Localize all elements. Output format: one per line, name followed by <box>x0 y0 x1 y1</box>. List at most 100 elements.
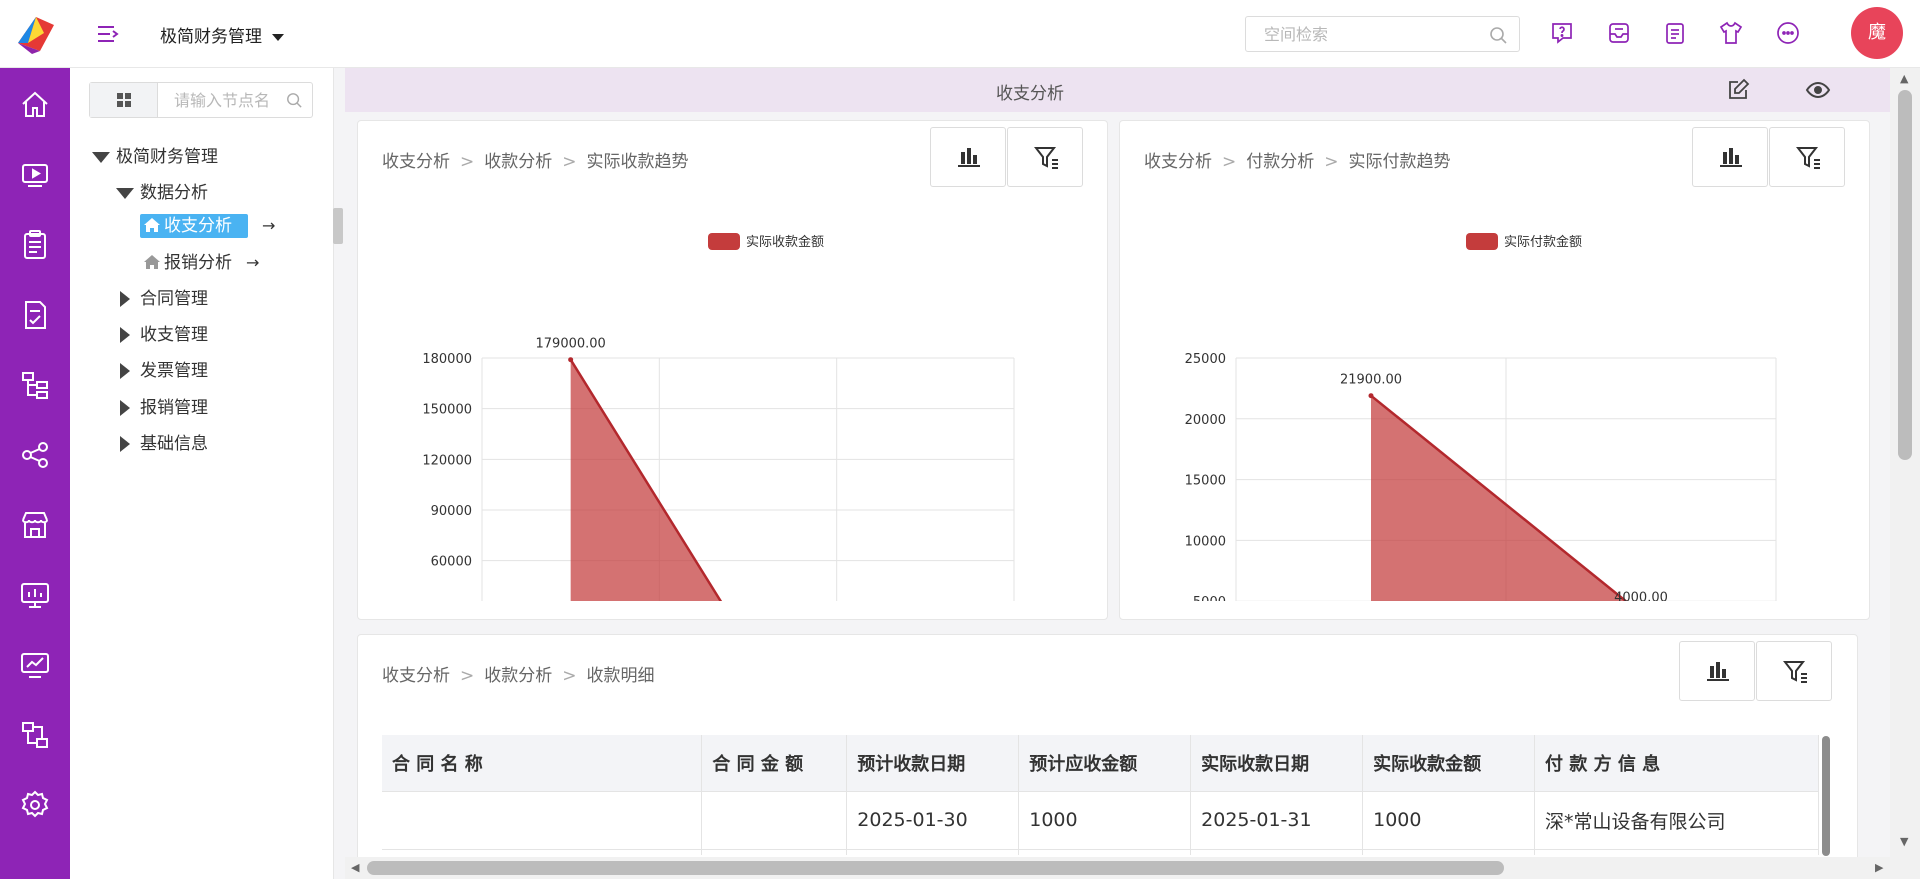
table-cell <box>846 849 1020 855</box>
breadcrumb-item[interactable]: 收支分析 <box>382 666 450 686</box>
vertical-scrollbar[interactable]: ▲ ▼ <box>1890 68 1920 879</box>
tree-node-label: 基础信息 <box>140 434 208 454</box>
breadcrumb-item[interactable]: 收支分析 <box>1144 152 1212 172</box>
media-icon[interactable] <box>18 158 52 192</box>
help-icon[interactable] <box>1549 20 1575 46</box>
data-label: 21900.00 <box>1340 373 1402 388</box>
eye-icon[interactable] <box>1805 77 1831 103</box>
tree-node-reimburse[interactable]: 报销管理 <box>120 393 208 418</box>
column-header[interactable]: 预计收款日期 <box>846 735 1020 792</box>
tree-node-reimburse-analysis[interactable]: 报销分析 → <box>140 248 259 273</box>
tree-node-income-expense[interactable]: 收支管理 <box>120 320 208 345</box>
tree-node-root[interactable]: 极简财务管理 <box>92 142 218 167</box>
tree-node-income-expense-analysis[interactable]: 收支分析 → <box>140 211 275 238</box>
tree-node-data-analysis[interactable]: 数据分析 <box>116 178 208 203</box>
chart-type-button[interactable] <box>1679 641 1755 701</box>
tree-search <box>89 82 313 118</box>
tree-node-label: 极简财务管理 <box>116 147 218 167</box>
menu-toggle-icon[interactable] <box>96 22 120 46</box>
grid-view-button[interactable] <box>90 83 158 117</box>
caret-right-icon[interactable] <box>120 363 130 379</box>
y-tick-label: 5000 <box>1193 595 1226 601</box>
filter-button[interactable] <box>1769 127 1845 187</box>
tree-node-contract[interactable]: 合同管理 <box>120 284 208 309</box>
chart-type-button[interactable] <box>1692 127 1768 187</box>
store-icon[interactable] <box>18 508 52 542</box>
filter-button[interactable] <box>1007 127 1083 187</box>
arrow-right-icon[interactable]: → <box>246 253 259 272</box>
scroll-down-icon[interactable]: ▼ <box>1900 835 1908 848</box>
chevron-down-icon <box>272 33 284 41</box>
table-cell: 深*常山设备有限公司 <box>1534 791 1819 850</box>
breadcrumb-item: 实际付款趋势 <box>1348 152 1451 172</box>
edit-icon[interactable] <box>1725 77 1751 103</box>
y-tick-label: 20000 <box>1185 413 1226 428</box>
caret-right-icon[interactable] <box>120 436 130 452</box>
breadcrumb-item[interactable]: 收支分析 <box>382 152 450 172</box>
caret-right-icon[interactable] <box>120 400 130 416</box>
avatar[interactable]: 魔 <box>1851 7 1903 59</box>
chart-type-button[interactable] <box>930 127 1006 187</box>
table-row[interactable] <box>382 849 1819 855</box>
panel-splitter[interactable] <box>333 208 343 244</box>
search-icon[interactable] <box>1489 26 1507 44</box>
tree-search-input[interactable] <box>174 89 284 111</box>
scroll-left-icon[interactable]: ◀ <box>351 861 359 874</box>
column-header[interactable]: 实际收款金额 <box>1362 735 1536 792</box>
caret-right-icon[interactable] <box>120 327 130 343</box>
y-tick-label: 15000 <box>1185 474 1226 489</box>
monitor-icon[interactable] <box>18 578 52 612</box>
tree-node-invoice[interactable]: 发票管理 <box>120 356 208 381</box>
series-area <box>570 359 721 601</box>
breadcrumb: 收支分析 > 付款分析 > 实际付款趋势 <box>1144 152 1451 172</box>
space-search-input[interactable] <box>1264 17 1484 51</box>
column-header[interactable]: 付 款 方 信 息 <box>1534 735 1819 792</box>
data-point <box>568 357 574 363</box>
breadcrumb-item[interactable]: 收款分析 <box>484 152 552 172</box>
home-icon[interactable] <box>18 88 52 122</box>
column-header[interactable]: 预计应收金额 <box>1018 735 1192 792</box>
horizontal-scroll-thumb[interactable] <box>367 861 1504 875</box>
notes-icon[interactable] <box>1662 20 1688 46</box>
table-vertical-scrollbar[interactable] <box>1822 736 1830 856</box>
app-logo[interactable] <box>14 13 58 55</box>
tree-node-label: 报销分析 <box>164 253 232 273</box>
column-header[interactable]: 合 同 名 称 <box>382 735 703 792</box>
clipboard-icon[interactable] <box>18 228 52 262</box>
receipt-detail-table: 合 同 名 称 合 同 金 额 预计收款日期 预计应收金额 实际收款日期 实际收… <box>382 735 1819 855</box>
table-cell <box>1362 849 1536 855</box>
app-switcher[interactable]: 极简财务管理 <box>160 22 284 47</box>
column-header[interactable]: 实际收款日期 <box>1190 735 1364 792</box>
tree-node-basic-info[interactable]: 基础信息 <box>120 429 208 454</box>
table-cell <box>1018 849 1192 855</box>
column-header[interactable]: 合 同 金 额 <box>701 735 848 792</box>
share-icon[interactable] <box>18 438 52 472</box>
caret-down-icon[interactable] <box>116 187 134 199</box>
caret-down-icon[interactable] <box>92 151 110 163</box>
arrow-right-icon[interactable]: → <box>262 216 275 235</box>
tree-node-label: 收支分析 <box>164 216 232 236</box>
chat-icon[interactable] <box>1775 20 1801 46</box>
page-header: 收支分析 <box>345 68 1890 112</box>
page-title: 收支分析 <box>996 84 1064 104</box>
legend-swatch <box>708 233 740 250</box>
analytics-icon[interactable] <box>18 648 52 682</box>
breadcrumb-item[interactable]: 付款分析 <box>1246 152 1314 172</box>
table-row[interactable]: 2025-01-30 1000 2025-01-31 1000 深*常山设备有限… <box>382 791 1819 850</box>
flow-icon[interactable] <box>18 718 52 752</box>
scroll-up-icon[interactable]: ▲ <box>1900 72 1908 85</box>
breadcrumb-item[interactable]: 收款分析 <box>484 666 552 686</box>
theme-shirt-icon[interactable] <box>1718 20 1744 46</box>
inbox-icon[interactable] <box>1606 20 1632 46</box>
document-icon[interactable] <box>18 298 52 332</box>
settings-icon[interactable] <box>18 788 52 822</box>
horizontal-scrollbar[interactable]: ◀ ▶ <box>345 857 1890 879</box>
search-icon[interactable] <box>286 92 302 108</box>
org-chart-icon[interactable] <box>18 368 52 402</box>
scroll-right-icon[interactable]: ▶ <box>1875 861 1883 874</box>
payment-trend-card: 收支分析>付款分析>实际付款趋势 实际付款金额05000100001500020… <box>1119 120 1870 620</box>
vertical-scroll-thumb[interactable] <box>1898 90 1912 460</box>
space-search <box>1245 16 1520 52</box>
filter-button[interactable] <box>1756 641 1832 701</box>
caret-right-icon[interactable] <box>120 291 130 307</box>
